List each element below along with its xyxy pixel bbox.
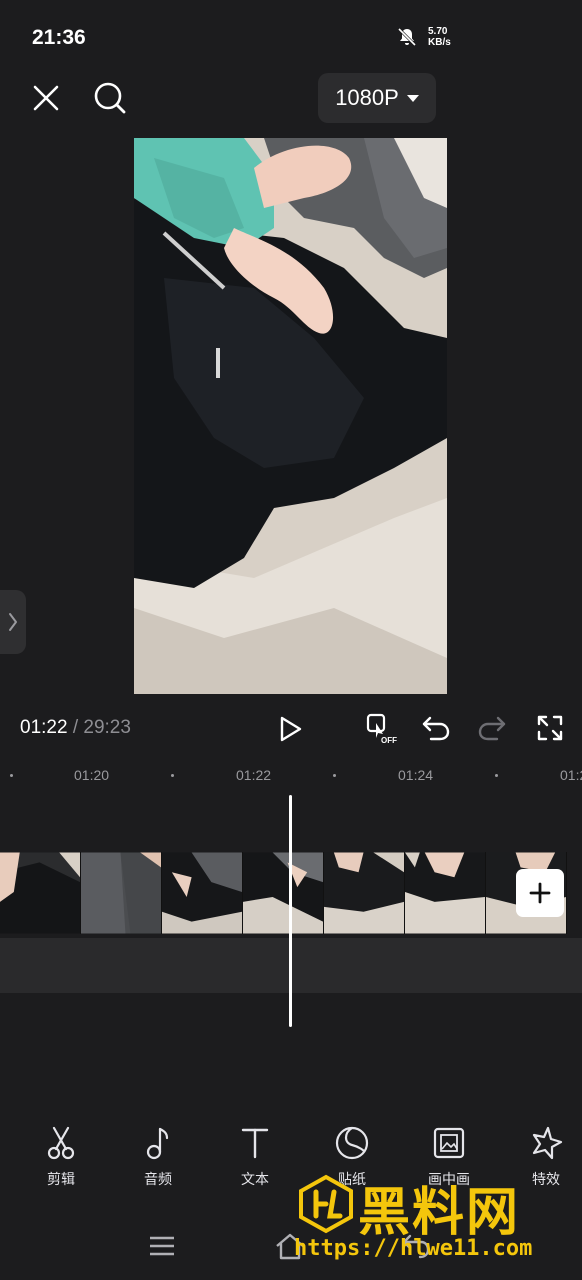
video-preview[interactable] xyxy=(134,138,447,694)
resolution-dropdown[interactable]: 1080P xyxy=(318,73,436,123)
effects-star-icon xyxy=(532,1126,563,1160)
text-icon xyxy=(241,1128,269,1159)
bell-muted-icon xyxy=(397,27,417,47)
clip-thumbnail xyxy=(324,852,405,934)
ruler-label: 01:24 xyxy=(398,767,434,783)
watermark-logo xyxy=(299,1174,353,1234)
close-button[interactable] xyxy=(26,78,66,118)
tool-label: 文本 xyxy=(241,1171,269,1187)
tool-label: 音频 xyxy=(144,1171,172,1187)
search-icon xyxy=(94,82,126,114)
network-speed-value: 5.70 xyxy=(428,26,448,37)
clip-thumbnail xyxy=(243,852,324,934)
clip-thumbnail xyxy=(81,852,162,934)
watermark: 黑料网 https://hlwe11.com xyxy=(294,1170,582,1280)
tool-text[interactable]: 文本 xyxy=(215,1125,295,1189)
resolution-label: 1080P xyxy=(335,85,399,110)
network-speed: 5.70 KB/s xyxy=(428,26,451,48)
network-speed-unit: KB/s xyxy=(428,37,451,48)
sticker-icon xyxy=(335,1126,369,1160)
search-button[interactable] xyxy=(90,78,130,118)
total-time: 29:23 xyxy=(83,717,131,738)
fullscreen-icon xyxy=(537,715,563,741)
undo-button[interactable] xyxy=(418,710,454,746)
keyframe-off-icon: OFF xyxy=(366,713,397,745)
top-bar: 1080P xyxy=(0,70,582,130)
current-time: 01:22 xyxy=(20,717,68,738)
plus-icon xyxy=(529,882,551,904)
play-icon xyxy=(280,716,302,742)
music-note-icon xyxy=(146,1127,169,1160)
time-display: 01:22 / 29:23 xyxy=(20,717,131,739)
fullscreen-button[interactable] xyxy=(532,710,568,746)
chevron-right-icon xyxy=(9,613,17,631)
tool-label: 剪辑 xyxy=(47,1171,75,1187)
ruler-label: 01:22 xyxy=(236,767,272,783)
caret-down-icon xyxy=(406,94,419,102)
video-frame-image xyxy=(134,138,447,694)
keyframe-toggle-button[interactable]: OFF xyxy=(362,710,400,746)
side-panel-toggle[interactable] xyxy=(0,590,26,654)
timeline-ruler[interactable]: 01:20 01:22 01:24 01:2 xyxy=(0,760,582,790)
redo-icon xyxy=(478,716,506,741)
tool-audio[interactable]: 音频 xyxy=(118,1125,198,1189)
ruler-label: 01:2 xyxy=(560,767,582,783)
menu-button[interactable] xyxy=(146,1233,178,1259)
add-clip-button[interactable] xyxy=(516,869,564,917)
redo-button[interactable] xyxy=(474,710,510,746)
ruler-tick xyxy=(171,774,174,777)
ruler-label: 01:20 xyxy=(74,767,110,783)
clip-thumbnail xyxy=(162,852,243,934)
close-icon xyxy=(33,85,59,111)
status-icons: 5.70 KB/s xyxy=(396,26,451,48)
svg-text:OFF: OFF xyxy=(381,736,397,745)
ruler-tick xyxy=(333,774,336,777)
tool-cut[interactable]: 剪辑 xyxy=(21,1125,101,1189)
status-time: 21:36 xyxy=(32,26,86,49)
watermark-url: https://hlwe11.com xyxy=(294,1236,533,1261)
status-bar: 21:36 5.70 KB/s xyxy=(0,0,582,70)
menu-icon xyxy=(150,1236,174,1256)
ruler-tick xyxy=(495,774,498,777)
clip-thumbnail xyxy=(0,852,81,934)
picture-in-picture-icon xyxy=(433,1127,465,1159)
playback-controls: 01:22 / 29:23 OFF xyxy=(0,700,582,756)
scissors-icon xyxy=(47,1126,75,1160)
ruler-tick xyxy=(10,774,13,777)
play-button[interactable] xyxy=(274,712,308,746)
watermark-title: 黑料网 xyxy=(358,1183,521,1243)
time-separator: / xyxy=(72,717,79,738)
playhead[interactable] xyxy=(289,795,292,1027)
undo-icon xyxy=(422,716,450,741)
clip-thumbnail xyxy=(405,852,486,934)
